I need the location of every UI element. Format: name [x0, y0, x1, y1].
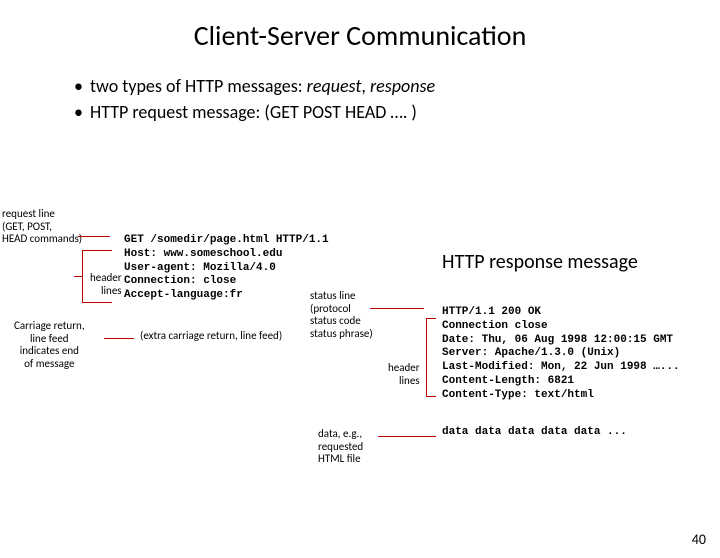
- bullet-2: HTTP request message: (GET POST HEAD …. …: [74, 101, 720, 123]
- leader-line: [82, 302, 112, 303]
- leader-line: [370, 308, 424, 309]
- leader-line: [426, 396, 436, 397]
- annotation-header-lines-right: header lines: [388, 362, 420, 387]
- response-title: HTTP response message: [442, 250, 638, 274]
- response-data-line: data data data data data ...: [442, 426, 627, 440]
- leader-line: [426, 318, 436, 319]
- leader-line: [104, 338, 134, 339]
- bullet-1: two types of HTTP messages: request, res…: [74, 75, 720, 97]
- leader-line: [82, 250, 83, 302]
- annotation-carriage-return: Carriage return, line feed indicates end…: [14, 320, 85, 371]
- leader-line: [426, 318, 427, 396]
- response-message-block: HTTP/1.1 200 OK Connection close Date: T…: [442, 306, 680, 402]
- bullet-list: two types of HTTP messages: request, res…: [34, 75, 720, 123]
- request-message-block: GET /somedir/page.html HTTP/1.1 Host: ww…: [124, 234, 329, 303]
- leader-line: [74, 276, 82, 277]
- annotation-status-line: status line (protocol status code status…: [310, 290, 373, 341]
- annotation-header-lines-left: header lines: [90, 272, 122, 297]
- bullet-1-response: response: [370, 75, 435, 97]
- leader-line: [378, 436, 436, 437]
- annotation-extra-carriage: (extra carriage return, line feed): [140, 330, 282, 343]
- annotation-request-line: request line (GET, POST, HEAD commands): [2, 208, 82, 246]
- leader-line: [78, 236, 110, 237]
- bullet-1-text-a: two types of HTTP messages:: [90, 75, 307, 97]
- bullet-1-request: request: [307, 75, 362, 97]
- page-title: Client-Server Communication: [0, 18, 720, 53]
- bullet-1-text-c: ,: [361, 75, 370, 97]
- annotation-data: data, e.g., requested HTML file: [318, 428, 363, 466]
- leader-line: [82, 250, 112, 251]
